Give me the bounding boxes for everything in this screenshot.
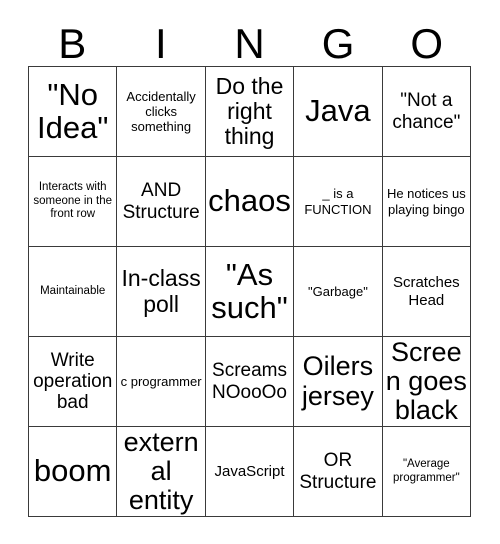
bingo-grid: "No Idea" Accidentally clicks something … [28, 66, 472, 517]
bingo-cell-label: "As such" [211, 256, 288, 325]
bingo-cell-label: Oilers jersey [301, 351, 374, 411]
bingo-cell[interactable]: _ is a FUNCTION [294, 157, 383, 247]
bingo-cell-label: "Not a chance" [392, 90, 461, 133]
bingo-cell[interactable]: boom [29, 427, 118, 517]
bingo-cell-label: Screen goes black [385, 337, 467, 426]
bingo-cell-label: "Average programmer" [392, 457, 460, 484]
bingo-cell[interactable]: AND Structure [117, 157, 206, 247]
bingo-cell-label: AND Structure [122, 180, 200, 223]
bingo-header-letter-i: I [155, 20, 167, 67]
bingo-cell[interactable]: Java [294, 67, 383, 157]
bingo-card: B I N G O "No Idea" Accidentally clicks … [0, 0, 500, 544]
bingo-header-letter-n: N [234, 20, 265, 67]
bingo-header-letter-g: G [321, 20, 355, 67]
bingo-cell[interactable]: Write operation bad [29, 337, 118, 427]
bingo-cell[interactable]: "No Idea" [29, 67, 118, 157]
bingo-row: Maintainable In-class poll "As such" "Ga… [29, 247, 472, 337]
bingo-row: "No Idea" Accidentally clicks something … [29, 67, 472, 157]
bingo-row: Interacts with someone in the front row … [29, 157, 472, 247]
bingo-cell[interactable]: chaos [205, 157, 295, 247]
bingo-cell-label: Do the right thing [215, 72, 284, 150]
bingo-cell[interactable]: Interacts with someone in the front row [29, 157, 118, 247]
bingo-header-row: B I N G O [28, 18, 471, 66]
bingo-cell-label: He notices us playing bingo [386, 186, 466, 217]
bingo-cell-label: external entity [123, 427, 199, 516]
bingo-cell-label: JavaScript [214, 462, 285, 480]
bingo-cell[interactable]: Screams NOooOo [205, 337, 295, 427]
bingo-cell-label: Accidentally clicks something [126, 88, 196, 135]
bingo-cell[interactable]: JavaScript [205, 427, 295, 517]
bingo-cell[interactable]: "As such" [205, 247, 295, 337]
bingo-cell-label: Screams NOooOo [212, 360, 287, 403]
bingo-cell[interactable]: Scratches Head [382, 247, 472, 337]
bingo-cell-label: "Garbage" [308, 283, 368, 299]
bingo-cell-label: chaos [208, 183, 291, 219]
bingo-cell-label: boom [33, 453, 112, 489]
bingo-cell[interactable]: In-class poll [117, 247, 206, 337]
bingo-cell-label: Write operation bad [33, 349, 113, 414]
bingo-row: boom external entity JavaScript OR Struc… [29, 427, 472, 517]
bingo-cell-label: Maintainable [40, 284, 106, 297]
bingo-cell[interactable]: external entity [117, 427, 206, 517]
bingo-row: Write operation bad c programmer Screams… [29, 337, 472, 427]
bingo-cell[interactable]: Do the right thing [205, 67, 295, 157]
bingo-header-letter-b: B [58, 20, 87, 67]
bingo-cell[interactable]: Screen goes black [382, 337, 472, 427]
bingo-cell[interactable]: Accidentally clicks something [117, 67, 206, 157]
bingo-header-letter-o: O [410, 20, 443, 67]
bingo-cell[interactable]: OR Structure [294, 427, 383, 517]
bingo-cell-label: Interacts with someone in the front row [33, 180, 113, 221]
bingo-cell[interactable]: He notices us playing bingo [382, 157, 472, 247]
bingo-cell-label: "No Idea" [37, 76, 109, 145]
bingo-cell-label: c programmer [120, 373, 202, 389]
bingo-cell[interactable]: "Garbage" [294, 247, 383, 337]
bingo-cell-label: Java [305, 93, 371, 129]
bingo-cell-label: Scratches Head [392, 274, 460, 309]
bingo-cell-label: In-class poll [121, 265, 201, 317]
bingo-cell[interactable]: Maintainable [29, 247, 118, 337]
bingo-cell[interactable]: c programmer [117, 337, 206, 427]
bingo-cell[interactable]: "Not a chance" [382, 67, 472, 157]
bingo-cell-label: OR Structure [299, 450, 377, 493]
bingo-cell[interactable]: "Average programmer" [382, 427, 472, 517]
bingo-cell-label: _ is a FUNCTION [304, 186, 372, 217]
bingo-cell[interactable]: Oilers jersey [294, 337, 383, 427]
